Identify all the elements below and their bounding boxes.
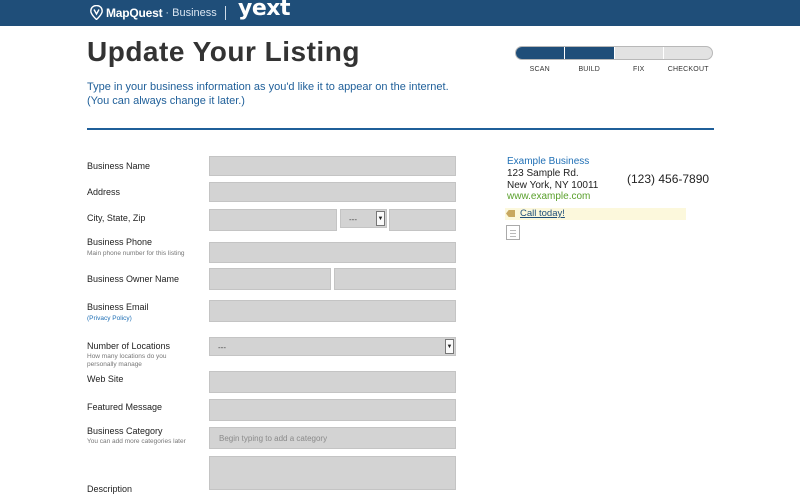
category-input[interactable]: Begin typing to add a category [209,427,456,449]
category-label: Business Category [87,426,163,436]
progress-segment-build [565,47,615,59]
map-pin-icon [90,5,103,20]
locations-select-value: --- [218,343,226,352]
step-label-fix: FIX [633,66,645,73]
brand-name: MapQuest [106,5,163,20]
tag-icon [506,210,515,217]
preview-website[interactable]: www.example.com [507,191,590,202]
business-name-label: Business Name [87,161,151,171]
owner-last-name-input[interactable] [334,268,456,290]
preview-business-name: Example Business [507,156,590,167]
business-phone-label: Business Phone [87,237,153,247]
state-select[interactable]: --- ▼ [340,209,387,228]
preview-address-line1: 123 Sample Rd. [507,168,579,179]
preview-phone: (123) 456-7890 [627,172,710,186]
business-email-label: Business Email [87,302,149,312]
address-input[interactable] [209,182,456,202]
locations-label: Number of Locations [87,341,171,351]
website-input[interactable] [209,371,456,393]
brand-suffix: · Business [165,6,217,19]
progress-segment-fix [615,47,664,59]
category-placeholder: Begin typing to add a category [219,434,328,443]
chevron-down-icon[interactable]: ▼ [376,211,385,226]
category-hint: You can add more categories later [87,438,186,445]
locations-hint-line1: How many locations do you [87,353,167,360]
description-textarea[interactable] [209,456,456,490]
call-today-link[interactable]: Call today! [520,208,565,219]
zip-input[interactable] [389,209,456,231]
business-name-input[interactable] [209,156,456,176]
business-phone-hint: Main phone number for this listing [87,250,185,257]
featured-message-input[interactable] [209,399,456,421]
progress-steps: SCAN BUILD FIX CHECKOUT [515,66,713,73]
privacy-policy-link[interactable]: (Privacy Policy) [87,315,132,323]
intro-text: Type in your business information as you… [87,81,449,107]
progress-bar [515,46,713,60]
step-label-build: BUILD [578,66,601,73]
call-to-action: Call today! [505,208,686,220]
preview-address-line2: New York, NY 10011 [507,180,599,191]
business-email-input[interactable] [209,300,456,322]
page-title: Update Your Listing [87,36,360,67]
owner-name-label: Business Owner Name [87,274,180,284]
locations-hint-line2: personally manage [87,361,142,368]
city-state-zip-label: City, State, Zip [87,213,146,223]
mapquest-business-logo[interactable]: MapQuest · Business [90,5,217,20]
progress-segment-checkout [664,47,712,59]
progress-segment-scan [516,47,566,59]
featured-message-label: Featured Message [87,402,163,412]
top-bar: MapQuest · Business yext [0,0,800,26]
business-phone-input[interactable] [209,242,456,263]
website-label: Web Site [87,374,124,384]
step-label-scan: SCAN [529,66,550,73]
step-label-checkout: CHECKOUT [667,66,709,73]
address-label: Address [87,187,121,197]
document-icon[interactable] [506,225,520,240]
owner-first-name-input[interactable] [209,268,331,290]
state-select-value: --- [349,215,357,224]
header-divider [225,6,226,20]
city-input[interactable] [209,209,337,231]
chevron-down-icon[interactable]: ▼ [445,339,454,354]
yext-logo[interactable]: yext [238,0,290,21]
locations-select[interactable]: --- ▼ [209,337,456,356]
section-divider [87,128,714,130]
description-label: Description [87,484,133,494]
